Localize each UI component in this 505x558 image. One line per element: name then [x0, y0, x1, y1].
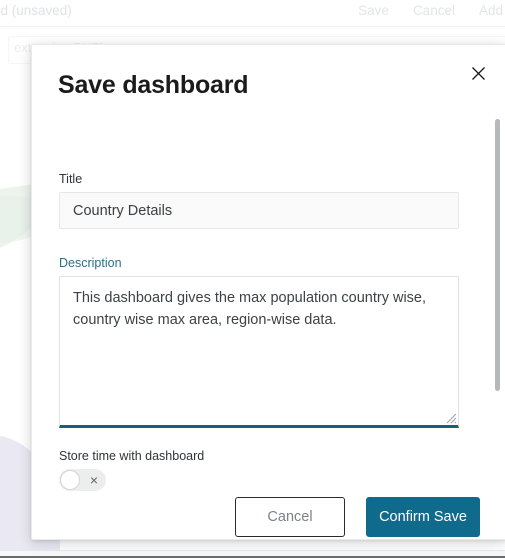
close-button[interactable] [466, 61, 490, 85]
save-dashboard-modal: Save dashboard Title Description [31, 44, 505, 540]
description-field-label: Description [59, 256, 122, 270]
title-input[interactable] [59, 192, 459, 229]
description-field-wrapper [59, 276, 459, 428]
modal-body: Save dashboard Title Description [32, 45, 505, 539]
modal-overlay: Save dashboard Title Description [0, 0, 505, 558]
store-time-label: Store time with dashboard [59, 449, 205, 463]
page-title: Save dashboard [58, 71, 249, 99]
cancel-button[interactable]: Cancel [235, 497, 345, 537]
modal-footer: Cancel Confirm Save [32, 471, 505, 539]
close-icon [471, 66, 485, 80]
description-input[interactable] [59, 276, 459, 428]
title-field-label: Title [59, 172, 83, 186]
modal-scrollbar-thumb[interactable] [495, 119, 500, 391]
confirm-save-button[interactable]: Confirm Save [366, 497, 480, 537]
modal-scrollbar-track[interactable] [492, 45, 505, 539]
